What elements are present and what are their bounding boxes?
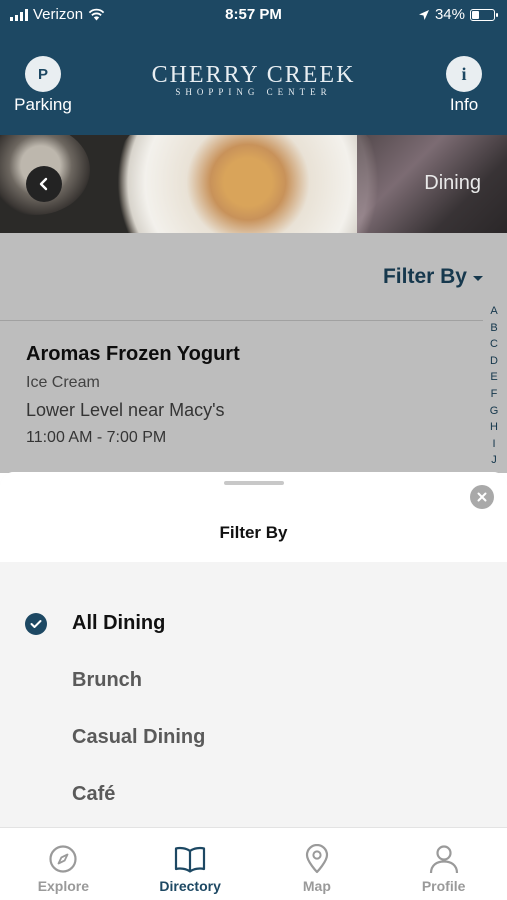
back-button[interactable] [26,166,62,202]
map-pin-icon [305,844,328,874]
filter-option-cafe[interactable]: Café [0,774,507,818]
filter-option-label: Café [72,783,116,805]
tab-profile[interactable]: Profile [380,828,507,900]
info-label: Info [449,95,479,114]
drag-handle[interactable] [224,481,284,485]
app-header: Verizon 8:57 PM 34% P Parking CHERRY CRE… [0,0,507,135]
tab-label: Map [302,878,331,894]
tab-explore[interactable]: Explore [0,828,127,900]
book-icon [175,846,206,873]
chevron-left-icon [39,177,48,191]
filter-option-all-dining[interactable]: All Dining [0,603,507,647]
filter-option-label: All Dining [72,612,166,634]
tab-label: Profile [421,878,466,894]
checkmark-icon [25,613,47,635]
filter-sheet: Filter By All Dining Brunch Casual Dinin… [0,472,507,827]
tab-label: Explore [37,878,90,894]
info-icon: i [446,56,482,92]
person-icon [429,845,458,874]
filter-sheet-header: Filter By [0,472,507,562]
status-bar: Verizon 8:57 PM 34% [0,0,507,30]
filter-option-label: Brunch [72,669,142,691]
close-button[interactable] [470,485,494,509]
compass-icon [49,845,77,873]
hero-image-plate [108,135,388,233]
parking-label: Parking [14,95,72,114]
tab-label: Directory [159,878,221,894]
battery-percent: 34% [434,6,465,23]
filter-option-casual-dining[interactable]: Casual Dining [0,717,507,761]
tab-directory[interactable]: Directory [127,828,254,900]
info-button[interactable]: i Info [429,56,499,115]
close-icon [477,492,487,502]
dim-overlay[interactable] [0,233,507,473]
filter-sheet-title: Filter By [219,523,288,542]
filter-option-label: Casual Dining [72,726,206,748]
filter-option-brunch[interactable]: Brunch [0,660,507,704]
tab-map[interactable]: Map [254,828,381,900]
hero-title: Dining [424,172,481,194]
location-arrow-icon [418,9,429,20]
battery-icon [470,8,498,21]
tab-bar: Explore Directory Map Profile [0,827,507,900]
hero-banner: Dining [0,135,507,233]
